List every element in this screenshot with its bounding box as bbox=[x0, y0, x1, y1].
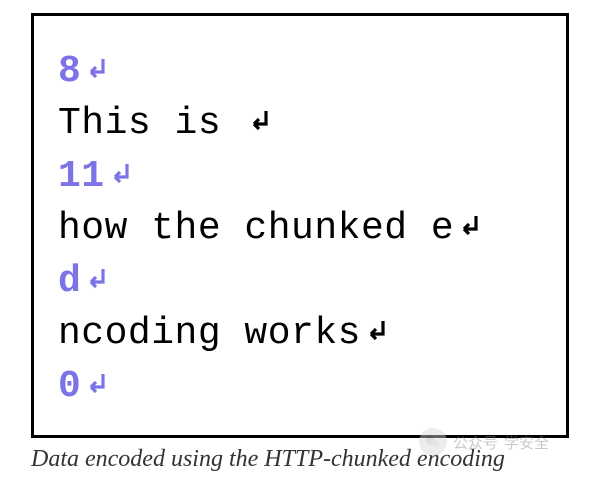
wechat-icon bbox=[419, 428, 447, 456]
watermark-tail: 学安全 bbox=[504, 432, 549, 453]
code-line: how the chunked e bbox=[58, 207, 454, 250]
code-line: d bbox=[58, 260, 81, 303]
return-icon bbox=[83, 265, 109, 293]
code-block: 8 This is 11 how the chunked e d ncoding… bbox=[58, 46, 542, 413]
return-icon bbox=[83, 55, 109, 83]
watermark: 公众号 学安全 bbox=[419, 428, 549, 456]
return-icon bbox=[83, 370, 109, 398]
return-icon bbox=[363, 317, 389, 345]
code-figure: 8 This is 11 how the chunked e d ncoding… bbox=[31, 13, 569, 438]
code-line: ncoding works bbox=[58, 312, 361, 355]
code-line: 0 bbox=[58, 365, 81, 408]
return-icon bbox=[107, 160, 133, 188]
code-line: 8 bbox=[58, 50, 81, 93]
code-line: 11 bbox=[58, 155, 105, 198]
return-icon bbox=[246, 107, 272, 135]
return-icon bbox=[456, 212, 482, 240]
watermark-label: 公众号 bbox=[453, 432, 498, 453]
code-line: This is bbox=[58, 102, 244, 145]
